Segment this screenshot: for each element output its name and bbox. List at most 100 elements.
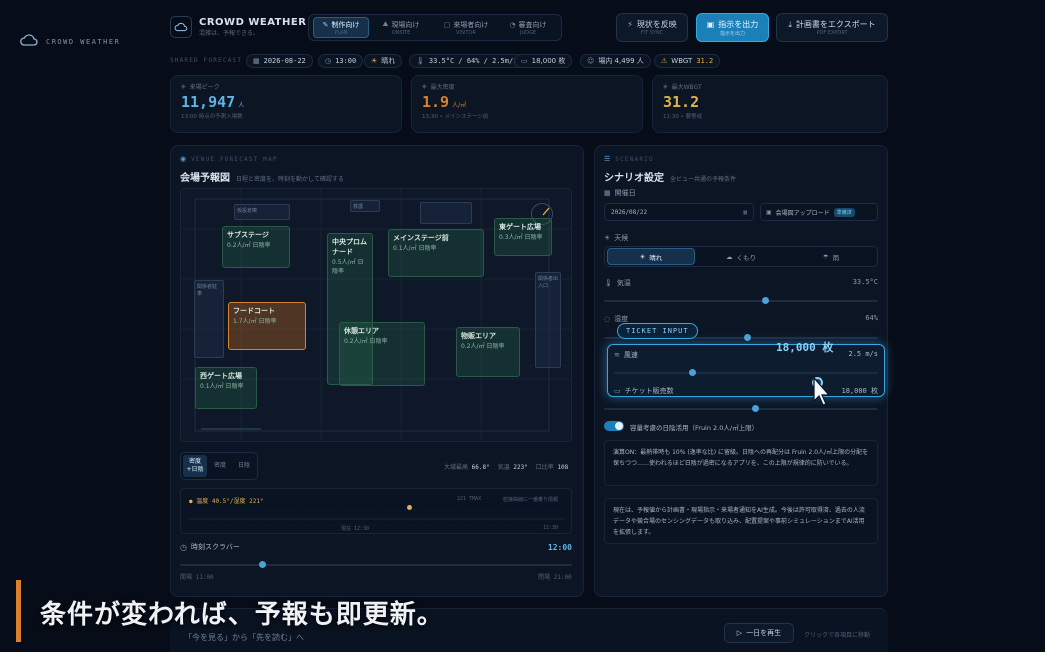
fruin-label: 容量考慮の日陰活用（Fruin 2.0人/㎡上限） — [630, 424, 759, 432]
cursor-icon — [812, 376, 832, 411]
umbrella-icon: ☂ — [822, 252, 829, 261]
map-subtitle: 日程と密度を、時刻を動かして確認する — [236, 176, 344, 183]
tab-0[interactable]: ✎ 制作向け PLAN — [313, 17, 369, 38]
upload-button[interactable]: ▣ 会場図アップロード 準備済 — [760, 203, 878, 221]
map-structure — [420, 202, 472, 224]
weather-label: 天候 — [614, 234, 629, 242]
status-weather: ☀ 晴れ — [364, 54, 403, 68]
map-facility[interactable]: 救護 — [350, 200, 380, 212]
date-label: 開催日 — [614, 189, 636, 197]
map-stats: 大域最高 66.8° 気温 223° 口比率 108 — [444, 464, 569, 471]
cloud-icon: ☁ — [726, 252, 733, 261]
thermometer-icon: 🌡 — [604, 279, 613, 287]
brand[interactable]: CROWD WEATHER v2 混雑は、予報できる。 — [170, 16, 317, 38]
ticket-slider-knob[interactable] — [752, 405, 759, 412]
weather-option[interactable]: ☁ くもり — [697, 248, 785, 265]
wind-slider[interactable] — [614, 369, 878, 376]
map-zone[interactable]: フードコート 1.7人/㎡ 日陰率 — [228, 302, 306, 350]
tab-2[interactable]: ▢ 来場者向け VISITOR — [435, 17, 497, 38]
fruin-description: 演算ON：最熱帯時も 10% (逸率な比) に留級。日陰への再配分は Fruin… — [604, 440, 878, 486]
humidity-knob[interactable] — [744, 334, 751, 341]
map-eyebrow: ◉ VENUE FORECAST MAP — [180, 155, 278, 163]
wind-label: 風速 — [623, 351, 638, 359]
temp-knob[interactable] — [762, 297, 769, 304]
scenario-title: シナリオ設定 — [604, 173, 664, 184]
weather-option[interactable]: ☀ 晴れ — [607, 248, 695, 265]
kpi-note: 11:30 • 要警戒 — [663, 114, 703, 120]
map-zone[interactable]: 休憩エリア 0.2人/㎡ 日陰率 — [339, 322, 425, 386]
tab-3[interactable]: ◔ 審査向け JUDGE — [500, 17, 556, 38]
ticket-value: 18,000 枚 — [841, 387, 878, 395]
play-icon: ▷ — [736, 629, 743, 637]
status-date: ▦ 2026-08-22 — [246, 54, 313, 68]
temp-value: 33.5°C — [852, 278, 878, 286]
scrubber-start: 開場 11:00 — [180, 574, 214, 581]
timeline-legend: ● 温度 40.5°/湿度 221° — [189, 498, 264, 505]
metric-icon: ◈ — [422, 83, 427, 90]
export-button[interactable]: ⤓ 計画書をエクスポート PDF EXPORT — [776, 13, 888, 42]
footer-left-text: 「今を見る」から「先を読む」へ — [184, 633, 304, 642]
humidity-value: 64% — [865, 314, 878, 322]
ticket-tooltip: TICKET INPUT — [617, 323, 698, 339]
drop-icon: ◌ — [604, 315, 611, 323]
metric-icon: ◈ — [663, 83, 668, 90]
scrubber-knob[interactable] — [259, 561, 266, 568]
kpi-card: ◈ 最大密度 1.9 人/㎡ 13:30 • メインステージ前 — [411, 75, 643, 133]
fruin-toggle[interactable] — [604, 421, 624, 431]
sun-icon: ☀ — [639, 252, 646, 261]
map-title: 会場予報図 — [180, 173, 230, 184]
map-view-tab[interactable]: 日陰 — [233, 455, 255, 477]
time-scrubber[interactable] — [180, 561, 572, 568]
kpi-card: ◈ 来場ピーク 11,947 人 13:00 時点の予測入場数 — [170, 75, 402, 133]
scrubber-header: ◷ 時刻スクラバー 12:00 — [180, 542, 572, 552]
warning-icon: ⚠ — [661, 57, 668, 65]
timeline-chart[interactable]: ● 温度 40.5°/湿度 221° 221 TMAX 密接曲線に一番乗り情報 … — [180, 488, 572, 534]
timeline-right-label-2: 密接曲線に一番乗り情報 — [503, 497, 559, 503]
people-icon: ☺ — [587, 57, 595, 65]
temp-slider[interactable] — [604, 297, 878, 304]
status-wbgt: ⚠ WBGT 31.2 — [654, 54, 721, 68]
map-zone[interactable]: サブステージ 0.2人/㎡ 日陰率 — [222, 226, 290, 268]
timeline-marker — [407, 505, 412, 510]
temp-label: 気温 — [616, 279, 631, 287]
ticket-icon: ▭ — [614, 387, 621, 395]
status-tickets: ▭ 18,000 枚 — [514, 54, 573, 68]
map-zone[interactable]: メインステージ前 0.1人/㎡ 日陰率 — [388, 229, 484, 277]
timeline-end-label: 11:30 — [543, 525, 559, 531]
wind-knob[interactable] — [689, 369, 696, 376]
ticket-icon: ▭ — [521, 57, 528, 65]
ticket-slider[interactable] — [604, 405, 878, 412]
calendar-picker-icon: ▦ — [743, 208, 747, 216]
kpi-card: ◈ 最大WBGT 31.2 11:30 • 要警戒 — [652, 75, 888, 133]
map-facility[interactable]: 仮設倉庫 — [234, 204, 290, 220]
clock-icon: ◷ — [180, 542, 187, 552]
ticket-label: チケット販売数 — [624, 387, 674, 395]
map-facility[interactable]: 関係者駐車 — [194, 280, 224, 358]
map-zone[interactable]: 東ゲート広場 0.3人/㎡ 日陰率 — [494, 218, 552, 256]
timeline-right-label-1: 221 TMAX — [457, 496, 482, 502]
image-icon: ▣ — [766, 208, 772, 216]
order-button[interactable]: ▣ 指示を出力 指示を出力 — [696, 13, 769, 42]
pen-icon: ✎ — [322, 20, 329, 29]
date-input[interactable]: 2026/08/22 ▦ — [604, 203, 754, 221]
reflect-button[interactable]: ⚡ 現状を反映 FIT SYNC — [616, 13, 688, 42]
map-view-tab[interactable]: 密度 — [209, 455, 231, 477]
pin-icon: ◉ — [180, 155, 187, 163]
thermometer-icon: 🌡 — [416, 57, 425, 65]
map-facility[interactable]: 関係者出入口 — [535, 272, 561, 368]
replay-button[interactable]: ▷ 一日を再生 — [724, 623, 794, 643]
timeline-now-label: 現在 12:30 — [341, 526, 370, 532]
gauge-icon: ◔ — [509, 20, 516, 29]
sidebar-logo[interactable]: CROWD WEATHER — [20, 32, 120, 51]
status-conditions: 🌡 33.5°C / 64% / 2.5m/s — [409, 54, 525, 68]
kpi-value: 31.2 — [663, 93, 700, 111]
map-zone[interactable]: 物販エリア 0.2人/㎡ 日陰率 — [456, 327, 520, 377]
kpi-value: 1.9 — [422, 93, 450, 111]
clock-icon: ◷ — [325, 57, 332, 65]
map-view-tab[interactable]: 密度 +日陰 — [183, 455, 207, 477]
wind-value: 2.5 m/s — [848, 350, 878, 358]
tab-1[interactable]: ⛰ 現場向け ONSITE — [373, 17, 429, 38]
sliders-icon: ☰ — [604, 155, 611, 163]
weather-option[interactable]: ☂ 雨 — [787, 248, 875, 265]
map-zone[interactable]: 西ゲート広場 0.1人/㎡ 日陰率 — [195, 367, 257, 409]
